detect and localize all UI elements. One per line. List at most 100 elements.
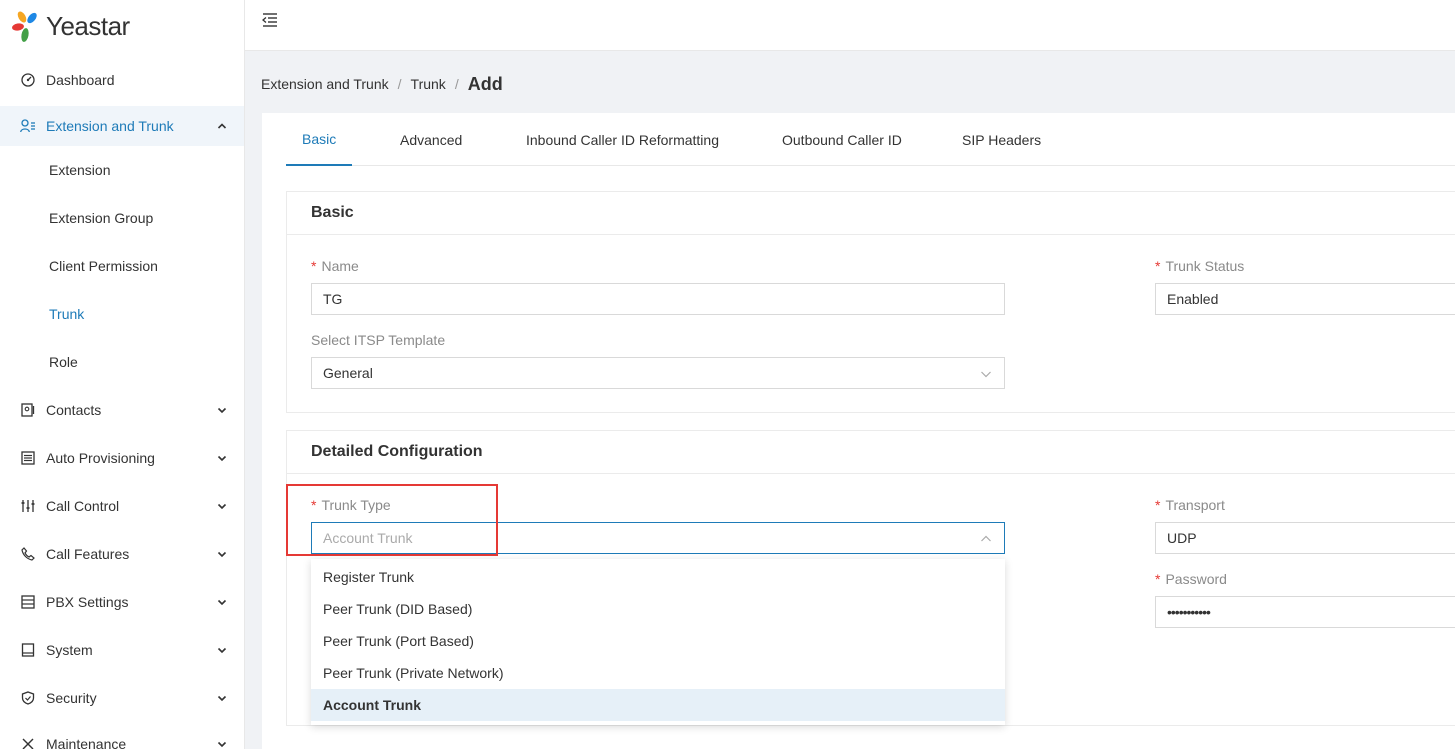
tab-advanced[interactable]: Advanced xyxy=(400,113,462,166)
phone-icon xyxy=(20,546,36,562)
required-mark: * xyxy=(1155,571,1161,587)
chevron-down-icon xyxy=(217,407,227,414)
itsp-template-select[interactable]: General xyxy=(311,357,1005,389)
name-label-text: Name xyxy=(321,258,359,274)
sidebar-subitem-trunk[interactable]: Trunk xyxy=(0,294,244,334)
itsp-template-label: Select ITSP Template xyxy=(311,332,446,348)
users-icon xyxy=(20,118,36,134)
sidebar-subitem-label: Trunk xyxy=(49,306,85,322)
chevron-down-icon xyxy=(217,503,227,510)
sidebar-item-call-control[interactable]: Call Control xyxy=(0,486,244,526)
brand-name: Yeastar xyxy=(46,10,130,41)
provisioning-icon xyxy=(20,450,36,466)
basic-section: Basic * Name TG * Trunk Status Enabled Sel… xyxy=(286,191,1455,413)
password-label: * Password xyxy=(1155,571,1227,587)
chevron-down-icon xyxy=(217,741,227,748)
sidebar-item-label: Call Control xyxy=(46,498,120,514)
tab-sip-headers[interactable]: SIP Headers xyxy=(962,113,1041,166)
chevron-up-icon xyxy=(217,123,227,129)
menu-collapse-icon[interactable] xyxy=(262,13,278,27)
sidebar-item-contacts[interactable]: Contacts xyxy=(0,390,244,430)
sliders-icon xyxy=(20,498,36,514)
sidebar-item-label: Extension and Trunk xyxy=(46,118,174,134)
trunk-type-select[interactable]: Account Trunk xyxy=(311,522,1005,554)
brand-logo[interactable]: Yeastar xyxy=(12,8,130,44)
name-value: TG xyxy=(323,291,343,307)
trunk-type-label: * Trunk Type xyxy=(311,497,391,513)
tab-outbound-caller-id[interactable]: Outbound Caller ID xyxy=(782,113,902,166)
sidebar-item-extension-and-trunk[interactable]: Extension and Trunk xyxy=(0,106,244,146)
dropdown-option-peer-trunk-did-based[interactable]: Peer Trunk (DID Based) xyxy=(311,593,1005,625)
shield-icon xyxy=(20,690,36,706)
tools-icon xyxy=(20,736,36,749)
sidebar-item-label: Call Features xyxy=(46,546,130,562)
tab-inbound-caller-id-reformatting[interactable]: Inbound Caller ID Reformatting xyxy=(526,113,719,166)
password-value: ••••••••••• xyxy=(1167,604,1211,620)
chevron-down-icon xyxy=(217,647,227,654)
tab-label: SIP Headers xyxy=(962,131,1042,148)
sidebar: Yeastar Dashboard Extension and Trunk Ex… xyxy=(0,0,245,749)
dropdown-option-register-trunk[interactable]: Register Trunk xyxy=(311,561,1005,593)
tab-label: Basic xyxy=(302,130,337,147)
tab-label: Inbound Caller ID Reformatting xyxy=(526,131,719,148)
breadcrumb-trunk[interactable]: Trunk xyxy=(411,76,446,92)
required-mark: * xyxy=(1155,258,1161,274)
sidebar-item-label: Contacts xyxy=(46,402,102,418)
sidebar-item-label: System xyxy=(46,642,93,658)
transport-label-text: Transport xyxy=(1165,497,1225,513)
sidebar-item-dashboard[interactable]: Dashboard xyxy=(0,60,244,100)
sidebar-item-maintenance[interactable]: Maintenance xyxy=(0,724,244,749)
sidebar-item-label: Auto Provisioning xyxy=(46,450,155,466)
dropdown-option-peer-trunk-port-based[interactable]: Peer Trunk (Port Based) xyxy=(311,625,1005,657)
section-title: Detailed Configuration xyxy=(311,443,483,460)
chevron-down-icon xyxy=(217,455,227,462)
sidebar-item-label: Dashboard xyxy=(46,72,115,88)
required-mark: * xyxy=(311,497,317,513)
sidebar-item-label: PBX Settings xyxy=(46,594,129,610)
chevron-down-icon xyxy=(217,695,227,702)
sidebar-subitem-label: Extension Group xyxy=(49,210,154,226)
section-divider xyxy=(287,473,1455,474)
required-mark: * xyxy=(1155,497,1161,513)
chevron-up-icon xyxy=(981,535,991,542)
trunk-status-value: Enabled xyxy=(1167,291,1219,307)
sidebar-item-label: Maintenance xyxy=(46,736,127,749)
breadcrumb-extension-and-trunk[interactable]: Extension and Trunk xyxy=(261,76,389,92)
chevron-down-icon xyxy=(217,599,227,606)
password-label-text: Password xyxy=(1165,571,1227,587)
sidebar-item-label: Security xyxy=(46,690,97,706)
sidebar-subitem-extension-group[interactable]: Extension Group xyxy=(0,198,244,238)
breadcrumb: Extension and Trunk / Trunk / Add xyxy=(261,72,503,96)
sidebar-subitem-label: Extension xyxy=(49,162,111,178)
chevron-down-icon xyxy=(217,551,227,558)
tab-label: Outbound Caller ID xyxy=(782,131,902,148)
transport-select[interactable]: UDP xyxy=(1155,522,1455,554)
trunk-status-label: * Trunk Status xyxy=(1155,258,1244,274)
password-input[interactable]: ••••••••••• xyxy=(1155,596,1455,628)
sidebar-item-pbx-settings[interactable]: PBX Settings xyxy=(0,582,244,622)
trunk-type-placeholder: Account Trunk xyxy=(323,530,413,546)
sidebar-subitem-client-permission[interactable]: Client Permission xyxy=(0,246,244,286)
tab-basic[interactable]: Basic xyxy=(286,113,353,166)
top-bar xyxy=(245,0,1455,51)
sidebar-subitem-extension[interactable]: Extension xyxy=(0,150,244,190)
sidebar-subitem-role[interactable]: Role xyxy=(0,342,244,382)
settings-list-icon xyxy=(20,594,36,610)
sidebar-item-system[interactable]: System xyxy=(0,630,244,670)
dropdown-option-peer-trunk-private-network[interactable]: Peer Trunk (Private Network) xyxy=(311,657,1005,689)
sidebar-item-auto-provisioning[interactable]: Auto Provisioning xyxy=(0,438,244,478)
sidebar-item-call-features[interactable]: Call Features xyxy=(0,534,244,574)
sidebar-item-security[interactable]: Security xyxy=(0,678,244,718)
monitor-icon xyxy=(20,642,36,658)
trunk-status-select[interactable]: Enabled xyxy=(1155,283,1455,315)
trunk-status-label-text: Trunk Status xyxy=(1165,258,1245,274)
breadcrumb-separator: / xyxy=(397,76,402,92)
tab-bar: Basic Advanced Inbound Caller ID Reforma… xyxy=(286,113,1455,166)
contacts-icon xyxy=(20,402,36,418)
name-input[interactable]: TG xyxy=(311,283,1005,315)
tab-label: Advanced xyxy=(400,131,463,148)
chevron-down-icon xyxy=(981,371,991,378)
dropdown-option-account-trunk[interactable]: Account Trunk xyxy=(311,689,1005,721)
transport-value: UDP xyxy=(1167,530,1197,546)
section-title: Basic xyxy=(311,204,354,221)
